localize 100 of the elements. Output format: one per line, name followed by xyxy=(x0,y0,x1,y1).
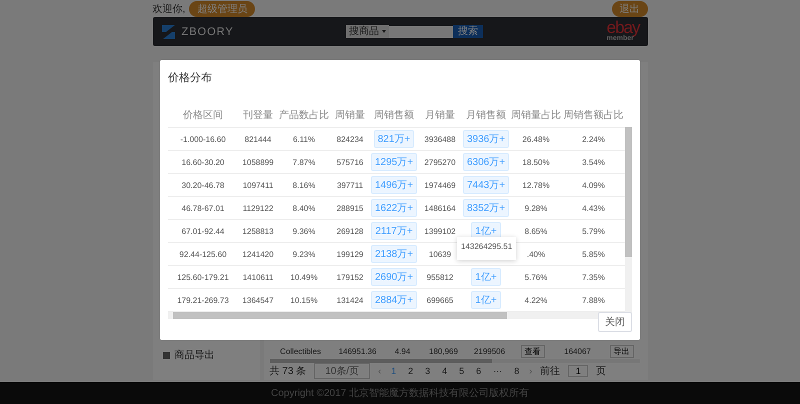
goto-page-field[interactable]: 1 xyxy=(568,365,588,377)
sales-tag[interactable]: 2138万+ xyxy=(370,245,418,263)
caret-icon xyxy=(382,30,386,33)
table-cell: 26.48% xyxy=(510,128,562,151)
column-header: 刊登量 xyxy=(238,105,278,128)
sales-tag[interactable]: 6306万+ xyxy=(462,153,510,171)
page-number[interactable]: 3 xyxy=(423,366,432,376)
column-header: 月销量 xyxy=(418,105,462,128)
value-tooltip: 143264295.51 xyxy=(457,237,516,260)
export-icon xyxy=(162,352,170,358)
table-cell: 30.20-46.78 xyxy=(168,174,238,197)
table-cell: 179152 xyxy=(330,266,370,289)
page-number[interactable]: 5 xyxy=(457,366,466,376)
sales-tag[interactable]: 1295万+ xyxy=(370,153,418,171)
table-cell: -1.000-16.60 xyxy=(168,128,238,151)
copyright-text: Copyright ©2017 北京智能魔方数据科技有限公司版权所有 xyxy=(271,386,529,400)
close-button[interactable]: 关闭 xyxy=(598,312,632,332)
table-cell: 9.28% xyxy=(510,197,562,220)
table-cell: 955812 xyxy=(418,266,462,289)
column-header: 价格区间 xyxy=(168,105,238,128)
table-cell: 125.60-179.21 xyxy=(168,266,238,289)
horizontal-scrollbar[interactable] xyxy=(270,359,640,363)
table-cell: 269128 xyxy=(330,220,370,243)
page-number[interactable]: 2 xyxy=(406,366,416,376)
table-button[interactable]: 导出 xyxy=(610,345,634,358)
search-category-select[interactable]: 搜商品 xyxy=(346,25,389,38)
table-cell: 5.76% xyxy=(510,266,562,289)
table-cell: 1486164 xyxy=(418,197,462,220)
table-cell: 67.01-92.44 xyxy=(168,220,238,243)
page-unit-label: 页 xyxy=(596,365,606,378)
table-cell: 12.78% xyxy=(510,174,562,197)
table-cell: 16.60-30.20 xyxy=(168,151,238,174)
sales-tag[interactable]: 1496万+ xyxy=(370,176,418,194)
total-count: 共 73 条 xyxy=(270,364,306,378)
table-cell: 92.44-125.60 xyxy=(168,243,238,266)
welcome-text: 欢迎你, xyxy=(152,2,186,16)
sales-tag[interactable]: 821万+ xyxy=(374,130,414,148)
ebay-logo: ebay xyxy=(606,20,640,35)
vertical-scrollbar[interactable] xyxy=(625,127,632,313)
sales-tag[interactable]: 2117万+ xyxy=(371,222,417,240)
logo-text: ZBOORY xyxy=(182,26,234,38)
page-number[interactable]: 1 xyxy=(389,366,398,376)
table-cell: 9.36% xyxy=(278,220,330,243)
table-cell: 575716 xyxy=(330,151,370,174)
page-size-select[interactable]: 10条/页 xyxy=(314,363,370,379)
search-button[interactable]: 搜索 xyxy=(452,25,483,38)
sales-tag[interactable]: 7443万+ xyxy=(462,176,510,194)
page-number[interactable]: 4 xyxy=(440,366,450,376)
table-cell: 397711 xyxy=(330,174,370,197)
column-header: 周销售额 xyxy=(370,105,418,128)
table-cell-text: 4.94 xyxy=(394,347,412,356)
table-cell-text: Collectibles xyxy=(279,347,322,356)
sales-tag[interactable]: 1622万+ xyxy=(370,199,418,217)
logout-button[interactable]: 退出 xyxy=(612,0,648,16)
table-cell: 10.49% xyxy=(278,266,330,289)
table-cell-text: 164067 xyxy=(563,347,592,356)
table-cell: 288915 xyxy=(330,197,370,220)
table-button[interactable]: 查看 xyxy=(520,345,544,358)
table-cell-text: 146951.36 xyxy=(338,347,378,356)
table-cell: 824234 xyxy=(330,128,370,151)
page-number[interactable]: 6 xyxy=(474,366,484,376)
column-header: 周销售额占比 xyxy=(562,105,625,128)
table-cell: 8.16% xyxy=(278,174,330,197)
table-cell-text: 2199506 xyxy=(472,347,506,356)
table-cell: 1258813 xyxy=(238,220,278,243)
user-button[interactable]: 超级管理员 xyxy=(189,0,256,16)
table-cell: 1058899 xyxy=(238,151,278,174)
sidebar-item[interactable]: 商品导出 xyxy=(174,348,214,362)
sales-tag[interactable]: 8352万+ xyxy=(462,199,510,217)
table-cell: 6.11% xyxy=(278,128,330,151)
logo-icon xyxy=(160,22,176,40)
goto-label: 前往 xyxy=(540,364,560,378)
sales-tag[interactable]: 3936万+ xyxy=(462,130,510,148)
table-cell: 1241420 xyxy=(238,243,278,266)
table-cell: 1974469 xyxy=(418,174,462,197)
table-cell: 9.23% xyxy=(278,243,330,266)
table-cell: 3936488 xyxy=(418,128,462,151)
table-cell: 46.78-67.01 xyxy=(168,197,238,220)
column-header: 周销量占比 xyxy=(510,105,562,128)
search-field[interactable] xyxy=(388,26,453,38)
sales-tag[interactable]: 1亿+ xyxy=(471,268,501,286)
next-page-icon[interactable]: › xyxy=(529,366,532,376)
table-cell: 1410611 xyxy=(238,266,278,289)
page-number[interactable]: ··· xyxy=(491,366,504,376)
table-cell: 2795270 xyxy=(418,151,462,174)
table-cell: 1129122 xyxy=(238,197,278,220)
column-header: 周销量 xyxy=(330,105,370,128)
table-cell-text: 180,969 xyxy=(428,347,459,356)
sales-tag[interactable]: 1亿+ xyxy=(471,291,501,309)
sales-tag[interactable]: 2884万+ xyxy=(370,291,418,309)
table-cell: 18.50% xyxy=(510,151,562,174)
page-number[interactable]: 8 xyxy=(512,366,522,376)
table-cell: 8.40% xyxy=(278,197,330,220)
table-cell: 7.87% xyxy=(278,151,330,174)
column-header: 月销售额 xyxy=(462,105,510,128)
dialog-title: 价格分布 xyxy=(168,71,213,85)
column-header: 产品数占比 xyxy=(278,105,330,128)
sales-tag[interactable]: 2690万+ xyxy=(370,268,418,286)
prev-page-icon[interactable]: ‹ xyxy=(378,366,382,376)
table-cell: 1097411 xyxy=(238,174,278,197)
